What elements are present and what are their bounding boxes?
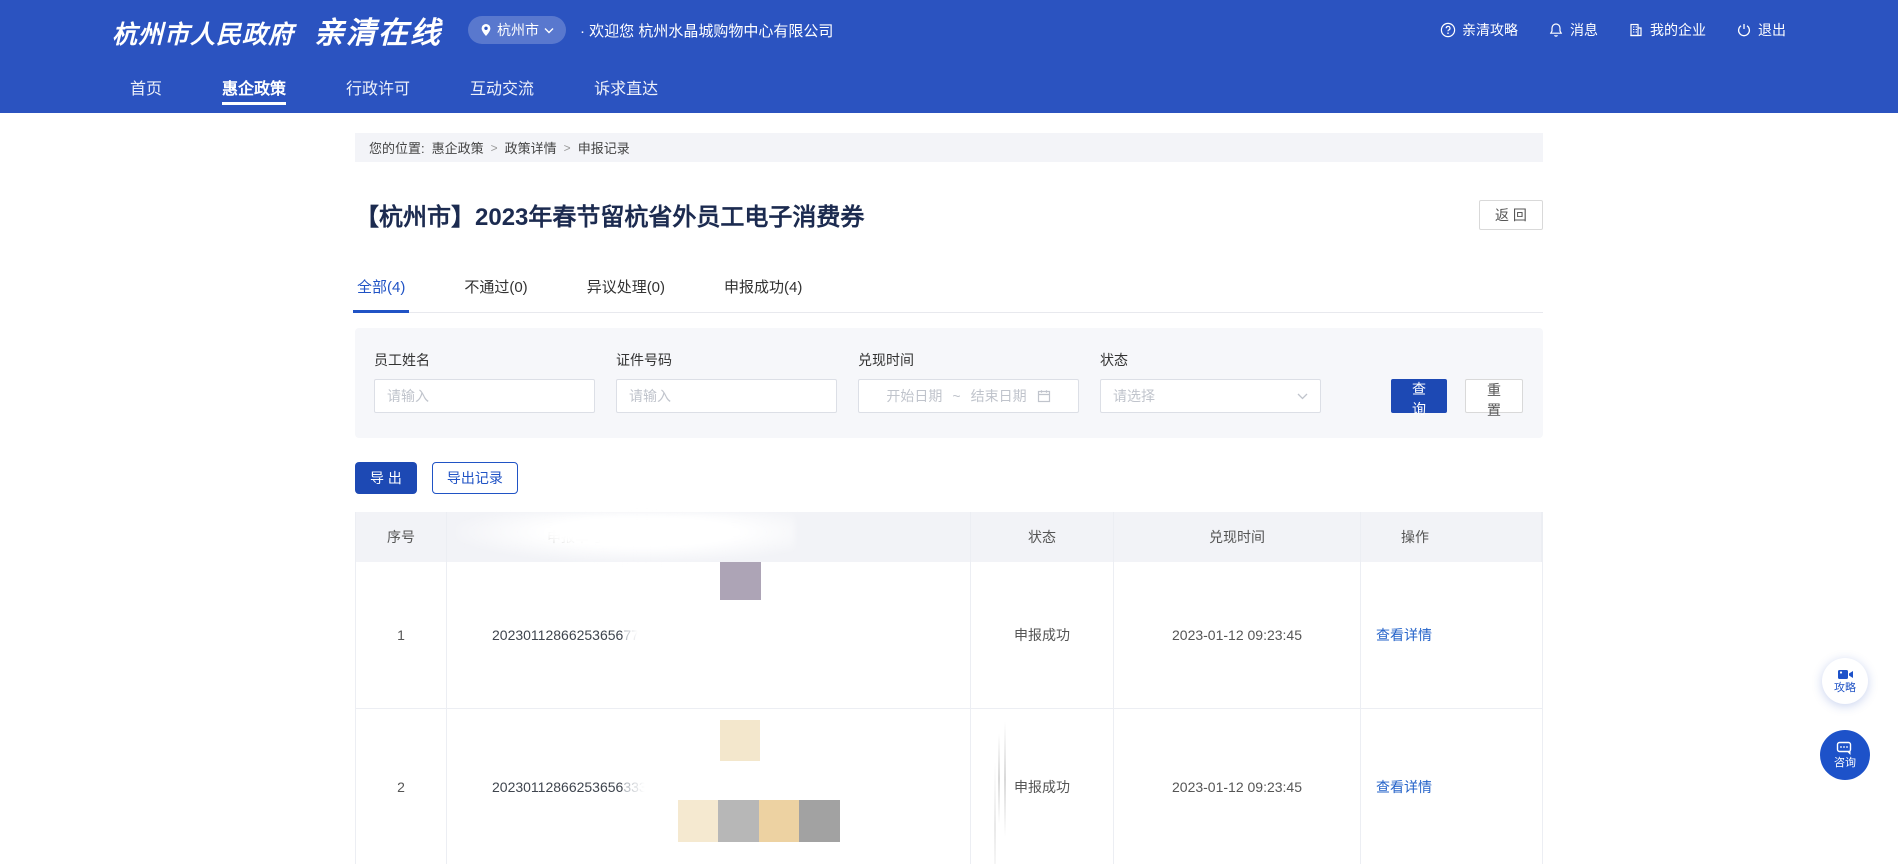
redaction-smudge <box>998 734 1000 824</box>
video-camera-icon <box>1837 668 1854 681</box>
column-header-index: 序号 <box>356 512 447 562</box>
logo-platform-text: 亲清在线 <box>314 8 442 52</box>
back-button[interactable]: 返 回 <box>1479 200 1543 230</box>
row-order-no: 2023011286625365677 <box>447 562 971 709</box>
column-header-order-no: 申报单号 <box>447 512 971 562</box>
my-enterprise-link[interactable]: 我的企业 <box>1628 20 1706 40</box>
redeem-time-range-picker[interactable]: 开始日期 ~ 结束日期 <box>858 379 1079 413</box>
top-header: 杭州市人民政府 亲清在线 杭州市 · 欢迎您 杭州水晶城购物中心有限公司 <box>0 0 1898 113</box>
tab-rejected[interactable]: 不通过(0) <box>462 276 529 312</box>
breadcrumb-item-policy[interactable]: 惠企政策 <box>432 138 484 157</box>
breadcrumb-item-policy-detail[interactable]: 政策详情 <box>505 138 557 157</box>
id-number-label: 证件号码 <box>616 350 837 370</box>
tab-all[interactable]: 全部(4) <box>355 276 407 312</box>
nav-item-enterprise-policy[interactable]: 惠企政策 <box>222 60 286 113</box>
main-content: 您的位置: 惠企政策 > 政策详情 > 申报记录 【杭州市】2023年春节留杭省… <box>355 133 1543 864</box>
guide-link-label: 亲清攻略 <box>1462 20 1518 40</box>
order-no-text: 20230112866253656 <box>492 779 623 795</box>
nav-item-administrative-license[interactable]: 行政许可 <box>346 60 410 113</box>
consult-floating-label: 咨询 <box>1834 757 1856 770</box>
consult-floating-button[interactable]: 咨询 <box>1820 730 1870 780</box>
row-redeem-time: 2023-01-12 09:23:45 <box>1114 562 1361 709</box>
nav-item-interaction[interactable]: 互动交流 <box>470 60 534 113</box>
breadcrumb-prefix: 您的位置: <box>369 138 425 157</box>
end-date-placeholder: 结束日期 <box>971 386 1027 406</box>
view-details-link[interactable]: 查看详情 <box>1376 777 1432 797</box>
order-no-text: 20230112866253656 <box>492 627 623 643</box>
site-logo: 杭州市人民政府 亲清在线 <box>112 8 442 52</box>
nav-item-appeal[interactable]: 诉求直达 <box>594 60 658 113</box>
messages-link-label: 消息 <box>1570 20 1598 40</box>
status-select-placeholder: 请选择 <box>1113 386 1155 406</box>
logout-link[interactable]: 退出 <box>1736 20 1786 40</box>
city-selector[interactable]: 杭州市 <box>468 16 566 44</box>
my-enterprise-link-label: 我的企业 <box>1650 20 1706 40</box>
guide-floating-button[interactable]: 攻略 <box>1822 658 1868 704</box>
chat-bubble-icon <box>1836 741 1854 756</box>
nav-item-home[interactable]: 首页 <box>130 60 162 113</box>
redeem-time-label: 兑现时间 <box>858 350 1079 370</box>
applications-table: 序号 申报单号 状态 兑现时间 操作 1 2023011286625365677… <box>355 512 1543 864</box>
employee-name-input[interactable] <box>374 379 595 413</box>
table-row: 2 20230112866253656333 申报成功 2023-01-12 0… <box>356 709 1542 864</box>
messages-link[interactable]: 消息 <box>1548 20 1598 40</box>
redaction-smudge <box>994 762 996 864</box>
table-row: 1 2023011286625365677 申报成功 2023-01-12 09… <box>356 562 1542 709</box>
start-date-placeholder: 开始日期 <box>886 386 942 406</box>
breadcrumb-separator: > <box>491 141 498 155</box>
export-button[interactable]: 导 出 <box>355 462 417 494</box>
tab-success[interactable]: 申报成功(4) <box>722 276 804 312</box>
column-header-action: 操作 <box>1361 512 1542 562</box>
id-number-input[interactable] <box>616 379 837 413</box>
page-title: 【杭州市】2023年春节留杭省外员工电子消费券 <box>355 197 864 232</box>
city-selector-label: 杭州市 <box>497 20 539 40</box>
tab-objection[interactable]: 异议处理(0) <box>585 276 667 312</box>
breadcrumb-separator: > <box>564 141 571 155</box>
calendar-icon <box>1037 389 1051 403</box>
bell-icon <box>1548 22 1564 38</box>
row-status: 申报成功 <box>971 562 1114 709</box>
column-header-redeem-time: 兑现时间 <box>1114 512 1361 562</box>
breadcrumb-item-application-records: 申报记录 <box>578 138 630 157</box>
row-status: 申报成功 <box>971 709 1114 864</box>
row-redeem-time: 2023-01-12 09:23:45 <box>1114 709 1361 864</box>
main-nav: 首页 惠企政策 行政许可 互动交流 诉求直达 <box>18 60 1898 113</box>
column-header-status: 状态 <box>971 512 1114 562</box>
row-order-no: 20230112866253656333 <box>447 709 971 864</box>
guide-floating-label: 攻略 <box>1834 682 1856 695</box>
header-utility-links: 亲清攻略 消息 我的企业 <box>1440 20 1786 40</box>
row-index: 2 <box>356 709 447 864</box>
filter-panel: 员工姓名 证件号码 兑现时间 开始日期 ~ 结束日期 状态 <box>355 328 1543 438</box>
location-pin-icon <box>480 23 492 37</box>
status-select[interactable]: 请选择 <box>1100 379 1321 413</box>
help-circle-icon <box>1440 22 1456 38</box>
reset-button[interactable]: 重 置 <box>1465 379 1523 413</box>
date-range-separator: ~ <box>952 388 960 404</box>
employee-name-label: 员工姓名 <box>374 350 595 370</box>
breadcrumb: 您的位置: 惠企政策 > 政策详情 > 申报记录 <box>355 133 1543 162</box>
export-records-button[interactable]: 导出记录 <box>432 462 518 494</box>
chevron-down-icon <box>1297 393 1308 400</box>
app-root: 杭州市人民政府 亲清在线 杭州市 · 欢迎您 杭州水晶城购物中心有限公司 <box>0 0 1898 864</box>
guide-link[interactable]: 亲清攻略 <box>1440 20 1518 40</box>
status-label: 状态 <box>1100 350 1321 370</box>
welcome-text: · 欢迎您 杭州水晶城购物中心有限公司 <box>580 20 833 41</box>
search-button[interactable]: 查 询 <box>1391 379 1447 413</box>
logo-government-text: 杭州市人民政府 <box>112 15 294 51</box>
chevron-down-icon <box>544 27 554 34</box>
redaction-smudge <box>1004 722 1006 837</box>
row-index: 1 <box>356 562 447 709</box>
view-details-link[interactable]: 查看详情 <box>1376 625 1432 645</box>
order-no-faded-text: 77 <box>623 627 639 643</box>
building-icon <box>1628 22 1644 38</box>
table-header-row: 序号 申报单号 状态 兑现时间 操作 <box>356 512 1542 562</box>
logout-link-label: 退出 <box>1758 20 1786 40</box>
power-icon <box>1736 22 1752 38</box>
status-tabs: 全部(4) 不通过(0) 异议处理(0) 申报成功(4) <box>355 276 1543 313</box>
order-no-faded-text: 333 <box>623 779 646 795</box>
